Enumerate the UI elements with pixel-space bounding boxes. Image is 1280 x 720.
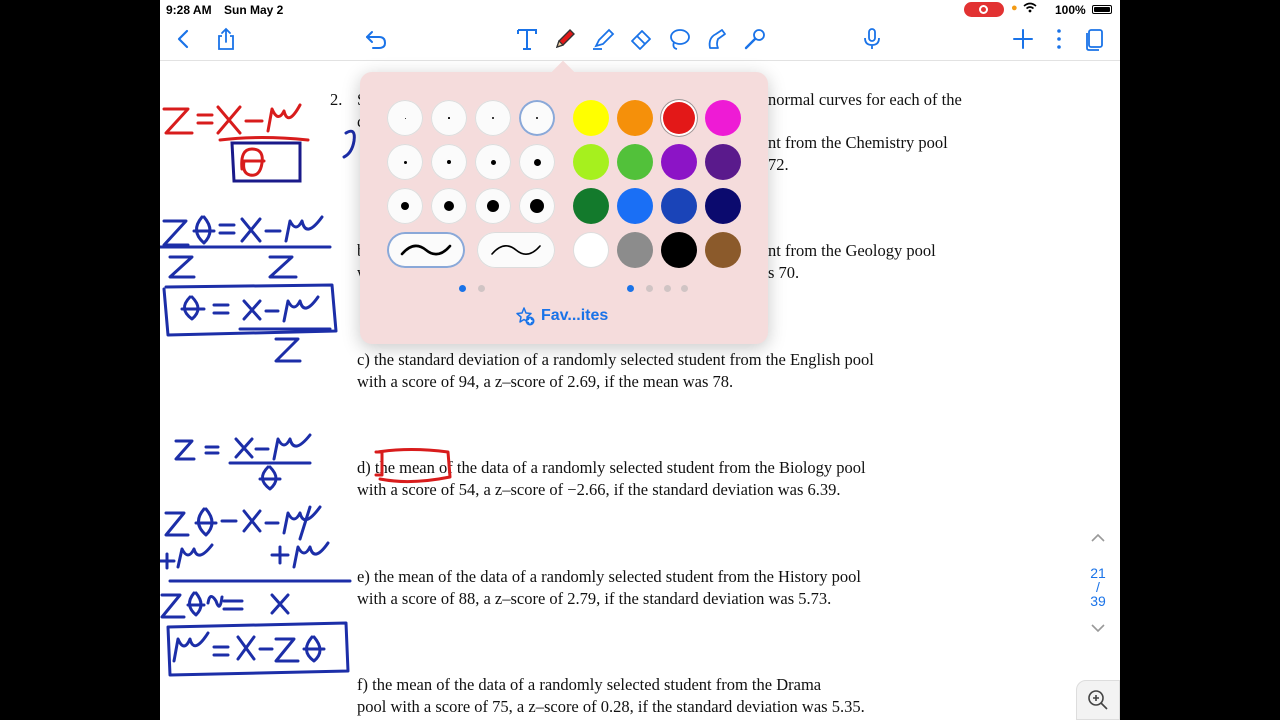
stroke-style-pressure[interactable] (387, 232, 465, 268)
thickness-option[interactable] (431, 144, 467, 180)
thickness-option[interactable] (431, 100, 467, 136)
part-e-line-1: e) the mean of the data of a randomly se… (357, 567, 862, 586)
color-swatch[interactable] (617, 188, 653, 224)
back-icon[interactable] (168, 20, 200, 58)
color-swatch[interactable] (573, 144, 609, 180)
color-swatch[interactable] (705, 100, 741, 136)
thickness-option[interactable] (387, 188, 423, 224)
part-d-line-1: d) the mean of the data of a randomly se… (357, 458, 866, 477)
text-tool-icon[interactable] (511, 20, 543, 58)
uniform-stroke-icon (491, 245, 541, 255)
laser-pointer-icon[interactable] (739, 20, 771, 58)
shapes-tool-icon[interactable] (701, 20, 733, 58)
eraser-tool-icon[interactable] (625, 20, 657, 58)
question-text-fragment: nt from the Chemistry pool (768, 133, 948, 152)
microphone-icon[interactable] (856, 20, 888, 58)
color-page-dot[interactable] (646, 285, 653, 292)
thickness-option[interactable] (519, 100, 555, 136)
screen-recording-icon[interactable] (964, 2, 1004, 17)
more-icon[interactable] (1043, 20, 1075, 58)
chevron-down-icon[interactable] (1080, 620, 1116, 636)
pages-icon[interactable] (1079, 20, 1111, 58)
thickness-page-dot[interactable] (478, 285, 485, 292)
color-swatch[interactable] (617, 144, 653, 180)
question-text-fragment: 72. (768, 155, 789, 174)
thickness-option[interactable] (475, 144, 511, 180)
highlighter-tool-icon[interactable] (587, 20, 619, 58)
thickness-option[interactable] (387, 144, 423, 180)
color-swatch[interactable] (705, 144, 741, 180)
question-number: 2. (330, 90, 343, 109)
part-e-line-2: with a score of 88, a z–score of 2.79, i… (357, 589, 832, 608)
current-page-number: 21 (1090, 565, 1106, 581)
zoom-button[interactable] (1076, 680, 1120, 720)
lasso-tool-icon[interactable] (663, 20, 695, 58)
question-text-fragment: s 70. (768, 263, 800, 282)
pen-settings-popover: Fav...ites (360, 72, 768, 344)
thickness-option[interactable] (475, 100, 511, 136)
thickness-option[interactable] (431, 188, 467, 224)
question-text-fragment: nt from the Geology pool (768, 241, 936, 260)
total-pages: 39 (1090, 593, 1106, 609)
add-page-icon[interactable] (1007, 20, 1039, 58)
chevron-up-icon[interactable] (1080, 530, 1116, 552)
color-swatch[interactable] (573, 232, 609, 268)
share-icon[interactable] (210, 20, 242, 58)
color-swatch[interactable] (661, 100, 697, 136)
status-time: 9:28 AM (166, 3, 212, 17)
page-separator: / (1096, 579, 1100, 595)
stroke-style-uniform[interactable] (477, 232, 555, 268)
part-c-line-2: with a score of 94, a z–score of 2.69, i… (357, 372, 734, 391)
thickness-option[interactable] (475, 188, 511, 224)
color-swatch[interactable] (705, 188, 741, 224)
thickness-option[interactable] (387, 100, 423, 136)
part-c-line-1: c) the standard deviation of a randomly … (357, 350, 874, 369)
star-add-icon (516, 307, 535, 326)
question-text-fragment: normal curves for each of the (768, 90, 962, 109)
thickness-option[interactable] (519, 144, 555, 180)
color-swatch[interactable] (573, 100, 609, 136)
page-navigator[interactable]: 21 / 39 (1080, 530, 1116, 636)
thickness-page-dot[interactable] (459, 285, 466, 292)
color-swatch[interactable] (661, 232, 697, 268)
battery-percent: 100% (1055, 3, 1086, 17)
pen-tool-icon[interactable] (549, 20, 581, 58)
color-swatch[interactable] (617, 232, 653, 268)
thickness-option[interactable] (519, 188, 555, 224)
color-swatch[interactable] (705, 232, 741, 268)
part-f-line-2: pool with a score of 75, a z–score of 0.… (357, 697, 865, 716)
status-bar: 9:28 AM Sun May 2 ● 100% (160, 0, 1120, 20)
toolbar (160, 20, 1120, 61)
part-f-line-1: f) the mean of the data of a randomly se… (357, 675, 822, 694)
zoom-plus-icon (1088, 690, 1108, 710)
color-swatch[interactable] (617, 100, 653, 136)
favorites-label: Fav...ites (541, 307, 609, 324)
color-swatch[interactable] (661, 188, 697, 224)
part-d-line-2: with a score of 54, a z–score of −2.66, … (357, 480, 841, 499)
color-swatch[interactable] (661, 144, 697, 180)
color-page-dot[interactable] (681, 285, 688, 292)
color-swatch[interactable] (573, 188, 609, 224)
wifi-icon (1023, 2, 1037, 16)
undo-icon[interactable] (360, 20, 392, 58)
battery-icon (1092, 5, 1112, 14)
pressure-stroke-icon (400, 244, 452, 256)
color-page-dot[interactable] (627, 285, 634, 292)
goodnotes-screen: 9:28 AM Sun May 2 ● 100% 2. normal curve… (160, 0, 1120, 720)
status-date: Sun May 2 (224, 3, 284, 17)
favorites-button[interactable]: Fav...ites (515, 306, 608, 326)
color-page-dot[interactable] (664, 285, 671, 292)
location-indicator-icon: ● (1011, 2, 1018, 14)
